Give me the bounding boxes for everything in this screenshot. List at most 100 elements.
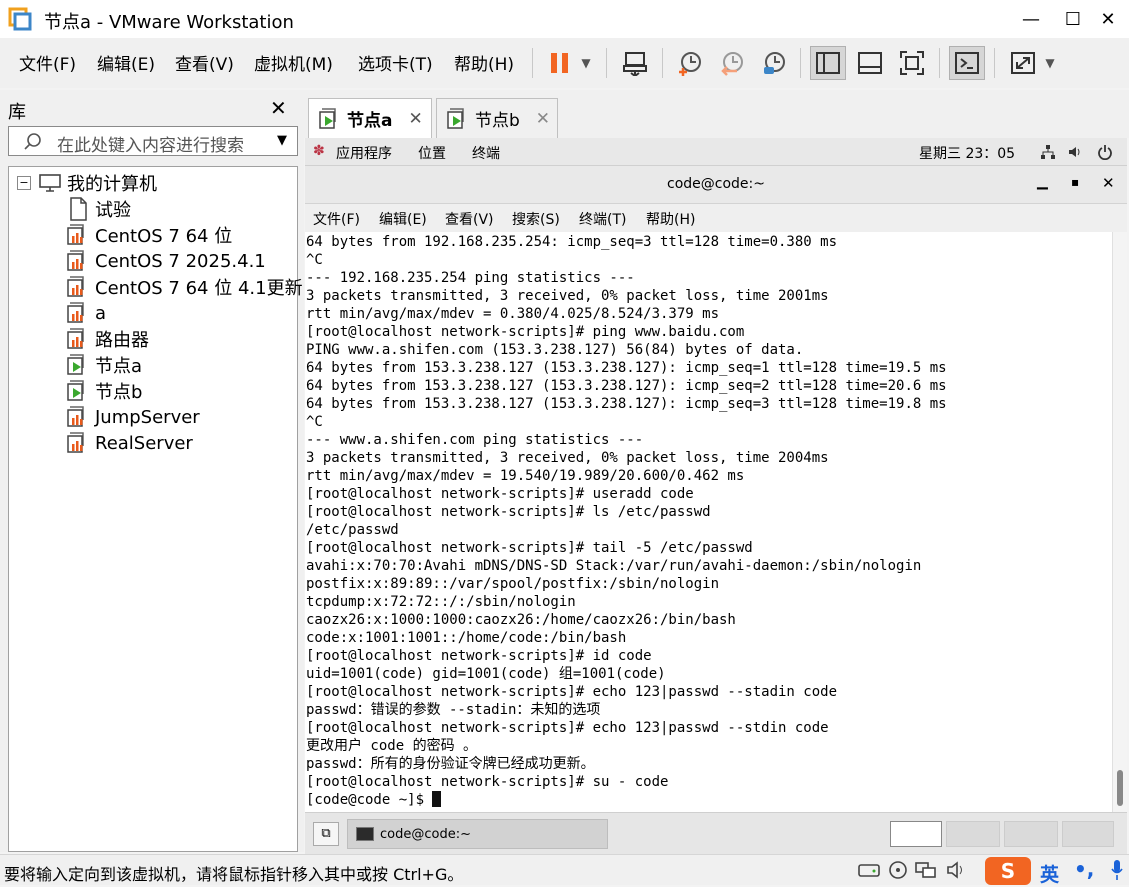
library-item[interactable]: a (67, 300, 106, 326)
tab-close-icon[interactable]: ✕ (536, 109, 550, 129)
microphone-icon[interactable] (1110, 859, 1124, 881)
search-dropdown-chevron-down-icon[interactable]: ▼ (277, 133, 287, 148)
ime-language-indicator[interactable]: 英 (1040, 860, 1059, 887)
pause-dropdown-chevron-down-icon[interactable]: ▼ (572, 46, 600, 80)
vm-icon (67, 276, 89, 298)
library-search-input[interactable]: 在此处键入内容进行搜索 ▼ (8, 126, 298, 156)
library-item[interactable]: 节点a (67, 352, 142, 378)
take-snapshot-button[interactable] (672, 46, 708, 80)
power-icon[interactable] (1097, 144, 1113, 160)
terminal-scrollbar[interactable] (1112, 232, 1127, 812)
library-item[interactable]: CentOS 7 64 位 4.1更新 (67, 274, 303, 300)
menu-tabs[interactable]: 选项卡(T) (358, 50, 433, 75)
pause-icon (551, 53, 568, 73)
full-screen-button[interactable] (894, 46, 930, 80)
console-view-button[interactable] (949, 46, 985, 80)
terminal-line: 更改用户 code 的密码 。 (306, 738, 478, 754)
library-item-label: 节点b (95, 382, 143, 403)
gnome-menu-terminal[interactable]: 终端 (472, 143, 500, 163)
volume-icon[interactable] (1067, 144, 1083, 160)
revert-snapshot-button[interactable] (714, 46, 750, 80)
terminal-cursor (432, 791, 442, 807)
library-item[interactable]: 路由器 (67, 326, 149, 352)
library-item[interactable]: JumpServer (67, 404, 200, 430)
menu-vm[interactable]: 虚拟机(M) (254, 50, 333, 75)
library-item[interactable]: RealServer (67, 430, 193, 456)
terminal-menu-view[interactable]: 查看(V) (445, 209, 494, 229)
ime-punctuation-icon[interactable]: •, (1074, 857, 1094, 881)
toolbar-separator (606, 48, 607, 78)
workspace-3[interactable] (1004, 821, 1058, 847)
terminal-prompt: [code@code ~]$ (306, 792, 433, 808)
gnome-menu-applications[interactable]: 应用程序 (336, 143, 392, 163)
library-item[interactable]: 试验 (67, 196, 131, 222)
terminal-menu-edit[interactable]: 编辑(E) (379, 209, 427, 229)
vm-icon (67, 302, 89, 324)
cd-dvd-icon[interactable] (887, 860, 909, 880)
title-bar: 节点a - VMware Workstation — ☐ ✕ (0, 0, 1129, 38)
sound-card-icon[interactable] (945, 860, 967, 880)
terminal-line: rtt min/avg/max/mdev = 0.380/4.025/8.524… (306, 306, 720, 322)
terminal-menubar: 文件(F) 编辑(E) 查看(V) 搜索(S) 终端(T) 帮助(H) (305, 204, 1127, 232)
terminal-menu-search[interactable]: 搜索(S) (512, 209, 560, 229)
toolbar-separator (532, 48, 533, 78)
tree-root-my-computer[interactable]: − 我的计算机 (17, 170, 157, 196)
taskbar-window-button[interactable]: code@code:~ (347, 819, 608, 849)
terminal-line: rtt min/avg/max/mdev = 19.540/19.989/20.… (306, 468, 745, 484)
library-panel: 库 ✕ 在此处键入内容进行搜索 ▼ − 我的计算机 试验 CentOS 7 64 … (0, 90, 304, 852)
stretch-dropdown-chevron-down-icon[interactable]: ▼ (1036, 46, 1064, 80)
send-ctrl-alt-del-button[interactable] (617, 46, 653, 80)
library-item[interactable]: CentOS 7 2025.4.1 (67, 248, 266, 274)
vm-running-icon (319, 107, 341, 130)
library-item[interactable]: CentOS 7 64 位 (67, 222, 232, 248)
thumbnail-bar-button[interactable] (852, 46, 888, 80)
terminal-line: 64 bytes from 192.168.235.254: icmp_seq=… (306, 234, 838, 250)
toolbar-separator (662, 48, 663, 78)
menu-edit[interactable]: 编辑(E) (97, 50, 155, 75)
menu-view[interactable]: 查看(V) (175, 50, 234, 75)
minimize-button[interactable]: — (1010, 0, 1052, 38)
workspace-2[interactable] (946, 821, 1000, 847)
library-item-label: 路由器 (95, 330, 149, 351)
terminal-menu-help[interactable]: 帮助(H) (646, 209, 695, 229)
hard-disk-icon[interactable] (857, 860, 881, 880)
sogou-ime-logo-icon[interactable]: S (985, 857, 1031, 885)
library-item[interactable]: 节点b (67, 378, 142, 404)
terminal-line: passwd：错误的参数 --stadin：未知的选项 (306, 702, 601, 718)
snapshot-manager-button[interactable] (756, 46, 792, 80)
terminal-line: uid=1001(code) gid=1001(code) 组=1001(cod… (306, 666, 666, 682)
document-icon (70, 197, 87, 221)
workspace-1[interactable] (890, 821, 942, 847)
terminal-line: 64 bytes from 153.3.238.127 (153.3.238.1… (306, 396, 947, 412)
collapse-icon[interactable]: − (17, 176, 31, 190)
terminal-menu-terminal[interactable]: 终端(T) (579, 209, 626, 229)
menu-file[interactable]: 文件(F) (19, 50, 76, 75)
terminal-app-icon (356, 827, 374, 841)
library-close-icon[interactable]: ✕ (270, 96, 287, 120)
terminal-minimize-button[interactable]: ▁ (1037, 174, 1048, 190)
show-desktop-icon[interactable]: ⧉ (313, 822, 339, 846)
terminal-output[interactable]: 64 bytes from 192.168.235.254: icmp_seq=… (305, 232, 1112, 812)
tab-node-b[interactable]: 节点b ✕ (436, 98, 558, 138)
menu-help[interactable]: 帮助(H) (454, 50, 514, 75)
tab-close-icon[interactable]: ✕ (408, 109, 422, 129)
terminal-maximize-button[interactable]: ▪ (1071, 175, 1079, 189)
close-button[interactable]: ✕ (1087, 0, 1129, 38)
tab-node-a[interactable]: 节点a ✕ (308, 98, 432, 138)
show-library-button[interactable] (810, 46, 846, 80)
stretch-icon (1011, 52, 1035, 74)
toolbar-separator (800, 48, 801, 78)
terminal-menu-file[interactable]: 文件(F) (313, 209, 360, 229)
terminal-close-button[interactable]: ✕ (1102, 174, 1115, 192)
workspace-4[interactable] (1062, 821, 1114, 847)
terminal-line: [root@localhost network-scripts]# echo 1… (306, 720, 829, 736)
search-placeholder: 在此处键入内容进行搜索 (57, 136, 244, 156)
tree-root-label: 我的计算机 (67, 174, 157, 195)
network-icon[interactable] (1040, 144, 1056, 160)
terminal-line: [root@localhost network-scripts]# tail -… (306, 540, 753, 556)
gnome-clock[interactable]: 星期三 23：05 (919, 143, 1015, 163)
vm-icon (67, 250, 89, 272)
scrollbar-thumb[interactable] (1117, 770, 1123, 806)
network-adapter-icon[interactable] (914, 860, 938, 880)
gnome-menu-places[interactable]: 位置 (418, 143, 446, 163)
